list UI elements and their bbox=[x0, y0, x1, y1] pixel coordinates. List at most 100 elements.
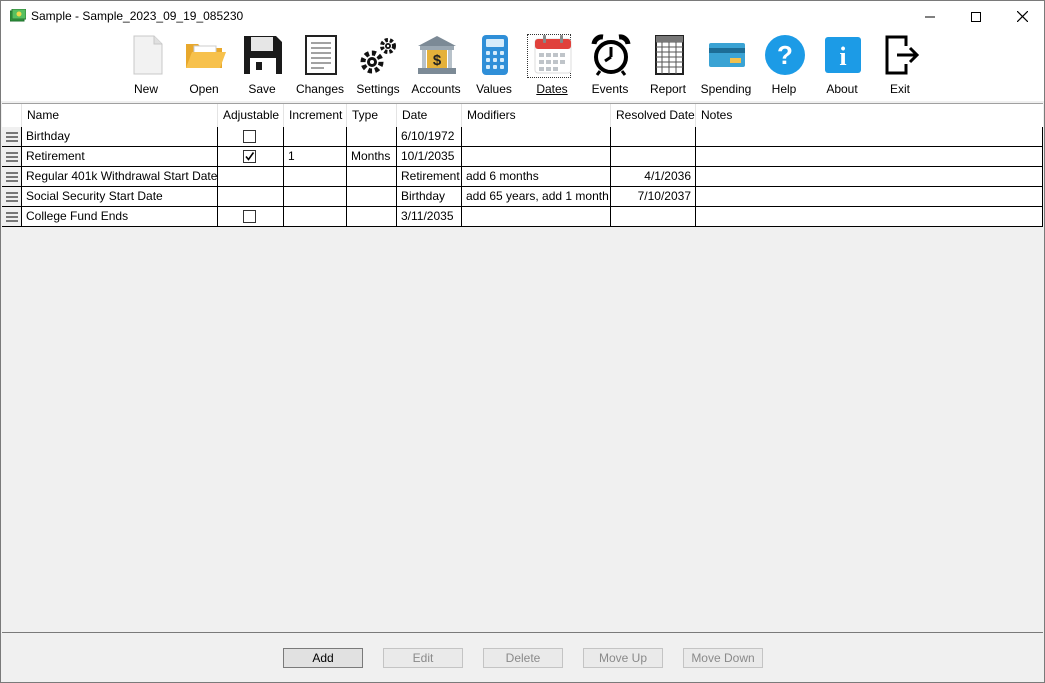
svg-text:i: i bbox=[839, 42, 846, 71]
cell-date[interactable]: 6/10/1972 bbox=[397, 127, 462, 147]
add-button[interactable]: Add bbox=[283, 648, 363, 668]
column-header-resolved-date[interactable]: Resolved Date bbox=[611, 104, 696, 127]
toolbar-settings-button[interactable]: Settings bbox=[350, 32, 406, 98]
cell-date[interactable]: Birthday bbox=[397, 187, 462, 207]
cell-name[interactable]: Retirement bbox=[22, 147, 218, 167]
help-icon: ? bbox=[765, 35, 805, 75]
row-header-corner bbox=[2, 104, 22, 127]
cell-name[interactable]: Regular 401k Withdrawal Start Date bbox=[22, 167, 218, 187]
column-header-increment[interactable]: Increment bbox=[284, 104, 347, 127]
cell-modifiers[interactable] bbox=[462, 147, 611, 167]
cell-modifiers[interactable]: add 6 months bbox=[462, 167, 611, 187]
cell-adjustable[interactable] bbox=[218, 147, 284, 167]
column-header-notes[interactable]: Notes bbox=[696, 104, 1043, 127]
app-window: Sample - Sample_2023_09_19_085230 New Op… bbox=[0, 0, 1045, 683]
toolbar-about-button[interactable]: i About bbox=[814, 32, 870, 98]
cell-name[interactable]: Social Security Start Date bbox=[22, 187, 218, 207]
cell-resolved-date bbox=[611, 147, 696, 167]
exit-icon bbox=[885, 35, 920, 75]
grip-icon bbox=[6, 192, 18, 202]
grid-bottom-border bbox=[2, 632, 1043, 633]
move-down-button[interactable]: Move Down bbox=[683, 648, 763, 668]
document-changes-icon bbox=[305, 35, 337, 75]
cell-increment[interactable] bbox=[284, 127, 347, 147]
cell-notes[interactable] bbox=[696, 147, 1043, 167]
cell-modifiers[interactable] bbox=[462, 207, 611, 227]
cell-name[interactable]: Birthday bbox=[22, 127, 218, 147]
adjustable-checkbox[interactable] bbox=[243, 150, 256, 163]
row-drag-handle[interactable] bbox=[2, 167, 22, 187]
cell-type[interactable] bbox=[347, 187, 397, 207]
row-drag-handle[interactable] bbox=[2, 207, 22, 227]
cell-resolved-date: 4/1/2036 bbox=[611, 167, 696, 187]
cell-increment[interactable]: 1 bbox=[284, 147, 347, 167]
credit-card-icon bbox=[709, 43, 745, 67]
cell-name[interactable]: College Fund Ends bbox=[22, 207, 218, 227]
cell-date[interactable]: 10/1/2035 bbox=[397, 147, 462, 167]
row-drag-handle[interactable] bbox=[2, 127, 22, 147]
toolbar-new-button[interactable]: New bbox=[118, 32, 174, 98]
spreadsheet-icon bbox=[655, 35, 684, 75]
toolbar-new-label: New bbox=[133, 82, 158, 96]
move-up-button[interactable]: Move Up bbox=[583, 648, 663, 668]
toolbar-accounts-button[interactable]: $ Accounts bbox=[408, 32, 464, 98]
toolbar-spending-label: Spending bbox=[700, 82, 752, 96]
new-file-icon bbox=[133, 35, 163, 75]
cell-modifiers[interactable]: add 65 years, add 1 month bbox=[462, 187, 611, 207]
column-header-adjustable[interactable]: Adjustable bbox=[218, 104, 284, 127]
minimize-button[interactable] bbox=[907, 1, 953, 32]
cell-type[interactable] bbox=[347, 167, 397, 187]
cell-date[interactable]: Retirement bbox=[397, 167, 462, 187]
title-bar: Sample - Sample_2023_09_19_085230 bbox=[1, 1, 1044, 32]
edit-button[interactable]: Edit bbox=[383, 648, 463, 668]
table-row[interactable]: Retirement 1 Months 10/1/2035 bbox=[2, 147, 1043, 167]
toolbar-exit-button[interactable]: Exit bbox=[872, 32, 928, 98]
cell-type[interactable] bbox=[347, 127, 397, 147]
cell-notes[interactable] bbox=[696, 207, 1043, 227]
delete-button[interactable]: Delete bbox=[483, 648, 563, 668]
cell-notes[interactable] bbox=[696, 127, 1043, 147]
cell-notes[interactable] bbox=[696, 187, 1043, 207]
toolbar-help-button[interactable]: ? Help bbox=[756, 32, 812, 98]
table-row[interactable]: Social Security Start Date Birthday add … bbox=[2, 187, 1043, 207]
cell-adjustable[interactable] bbox=[218, 207, 284, 227]
cell-increment[interactable] bbox=[284, 167, 347, 187]
toolbar-report-button[interactable]: Report bbox=[640, 32, 696, 98]
cell-type[interactable]: Months bbox=[347, 147, 397, 167]
column-header-name[interactable]: Name bbox=[22, 104, 218, 127]
adjustable-checkbox[interactable] bbox=[243, 130, 256, 143]
row-drag-handle[interactable] bbox=[2, 147, 22, 167]
close-icon bbox=[1016, 11, 1028, 22]
adjustable-checkbox[interactable] bbox=[243, 210, 256, 223]
toolbar-about-label: About bbox=[826, 82, 858, 96]
cell-adjustable bbox=[218, 167, 284, 187]
table-row[interactable]: Regular 401k Withdrawal Start Date Retir… bbox=[2, 167, 1043, 187]
svg-text:$: $ bbox=[433, 52, 442, 69]
row-drag-handle[interactable] bbox=[2, 187, 22, 207]
grip-icon bbox=[6, 152, 18, 162]
column-header-modifiers[interactable]: Modifiers bbox=[462, 104, 611, 127]
column-header-type[interactable]: Type bbox=[347, 104, 397, 127]
cell-adjustable[interactable] bbox=[218, 127, 284, 147]
toolbar-dates-button[interactable]: Dates bbox=[524, 32, 580, 98]
cell-increment[interactable] bbox=[284, 207, 347, 227]
toolbar-open-button[interactable]: Open bbox=[176, 32, 232, 98]
cell-type[interactable] bbox=[347, 207, 397, 227]
cell-modifiers[interactable] bbox=[462, 127, 611, 147]
toolbar-spending-button[interactable]: Spending bbox=[698, 32, 754, 98]
cell-increment[interactable] bbox=[284, 187, 347, 207]
toolbar-events-button[interactable]: Events bbox=[582, 32, 638, 98]
dates-grid[interactable]: Name Adjustable Increment Type Date Modi… bbox=[2, 103, 1043, 633]
table-row[interactable]: Birthday 6/10/1972 bbox=[2, 127, 1043, 147]
table-row[interactable]: College Fund Ends 3/11/2035 bbox=[2, 207, 1043, 227]
cell-notes[interactable] bbox=[696, 167, 1043, 187]
maximize-button[interactable] bbox=[953, 1, 999, 32]
bank-icon: $ bbox=[418, 36, 456, 74]
close-button[interactable] bbox=[999, 1, 1045, 32]
column-header-date[interactable]: Date bbox=[397, 104, 462, 127]
cell-date[interactable]: 3/11/2035 bbox=[397, 207, 462, 227]
svg-text:?: ? bbox=[777, 40, 793, 70]
toolbar-changes-button[interactable]: Changes bbox=[292, 32, 348, 98]
toolbar-values-button[interactable]: Values bbox=[466, 32, 522, 98]
toolbar-save-button[interactable]: Save bbox=[234, 32, 290, 98]
